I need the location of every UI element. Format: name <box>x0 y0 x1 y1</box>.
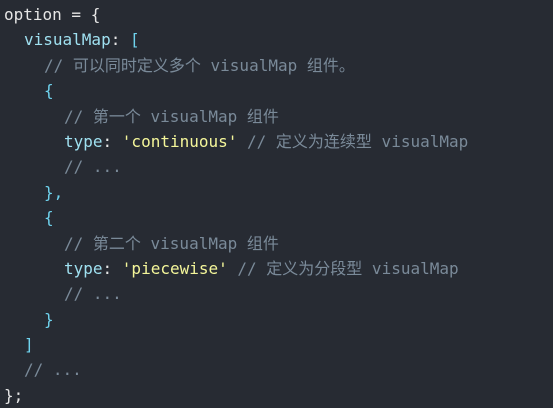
code-token-bracket: } <box>44 309 54 329</box>
code-line: ] <box>4 332 553 357</box>
code-token-bracket: [ <box>129 30 140 50</box>
code-token-comment: // ... <box>24 360 82 380</box>
code-token-comment: // 第二个 visualMap 组件 <box>64 233 279 253</box>
code-token-plain: option = { <box>4 5 101 24</box>
code-line: option = { <box>4 2 553 27</box>
code-token-key: type <box>64 258 103 278</box>
code-line: visualMap: [ <box>4 27 553 52</box>
code-line: type: 'continuous' // 定义为连续型 visualMap <box>4 129 553 154</box>
code-token-comment: // ... <box>64 284 122 304</box>
code-line: // 第一个 visualMap 组件 <box>4 104 553 129</box>
code-token-string: 'piecewise' <box>121 258 228 278</box>
code-line: // ... <box>4 357 553 382</box>
code-token-plain: : <box>110 30 130 50</box>
code-token-comment: // 定义为连续型 visualMap <box>237 131 469 151</box>
code-line: // 可以同时定义多个 visualMap 组件。 <box>4 53 553 78</box>
code-token-bracket: { <box>44 208 54 228</box>
code-line: }; <box>4 383 553 408</box>
code-token-bracket: ] <box>24 335 34 355</box>
code-line: // 第二个 visualMap 组件 <box>4 231 553 256</box>
code-token-string: 'continuous' <box>121 131 238 151</box>
code-token-plain: : <box>102 258 122 278</box>
code-token-key: type <box>64 131 103 151</box>
code-token-comment: // 第一个 visualMap 组件 <box>64 106 279 126</box>
code-token-plain: : <box>102 131 122 151</box>
code-line: } <box>4 307 553 332</box>
code-token-bracket: { <box>44 81 54 101</box>
code-token-key: visualMap <box>24 30 111 50</box>
code-token-plain: }; <box>4 385 24 405</box>
code-line: { <box>4 205 553 230</box>
code-line: }, <box>4 180 553 205</box>
code-line: // ... <box>4 281 553 306</box>
code-line: type: 'piecewise' // 定义为分段型 visualMap <box>4 256 553 281</box>
code-token-comment: // ... <box>64 157 122 177</box>
code-block: option = { visualMap: [ // 可以同时定义多个 visual… <box>0 0 553 408</box>
code-token-bracket: }, <box>44 182 64 202</box>
code-token-comment: // 可以同时定义多个 visualMap 组件。 <box>44 55 355 75</box>
code-line: { <box>4 78 553 103</box>
code-token-comment: // 定义为分段型 visualMap <box>227 258 459 278</box>
code-line: // ... <box>4 154 553 179</box>
